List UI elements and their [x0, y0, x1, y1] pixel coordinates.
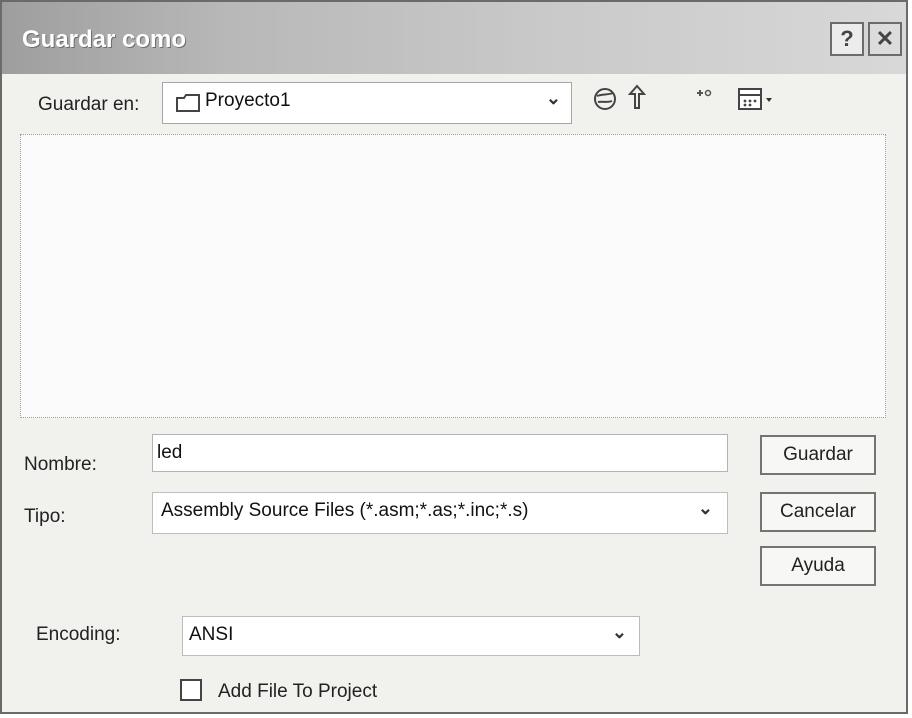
- title-bar: Guardar como ? ✕: [2, 2, 906, 74]
- type-select[interactable]: Assembly Source Files (*.asm;*.as;*.inc;…: [152, 492, 728, 534]
- save-in-label: Guardar en:: [38, 94, 140, 115]
- encoding-select[interactable]: ANSI ⌄: [182, 616, 640, 656]
- dialog-title: Guardar como: [22, 26, 187, 53]
- cancel-button[interactable]: Cancelar: [760, 492, 876, 532]
- close-button[interactable]: ✕: [868, 22, 902, 56]
- add-file-label: Add File To Project: [218, 681, 378, 702]
- globe-icon[interactable]: [592, 86, 618, 118]
- view-menu-icon[interactable]: [738, 88, 778, 118]
- file-list[interactable]: [20, 134, 886, 418]
- help-title-button[interactable]: ?: [830, 22, 864, 56]
- folder-icon: [175, 92, 201, 120]
- name-input-value: led: [157, 442, 183, 463]
- save-button[interactable]: Guardar: [760, 435, 876, 475]
- save-as-dialog: Guardar como ? ✕ Guardar en: Proyecto1 ⌄: [0, 0, 908, 714]
- name-label: Nombre:: [24, 454, 97, 475]
- chevron-down-icon[interactable]: ⌄: [612, 622, 627, 643]
- chevron-down-icon[interactable]: ⌄: [698, 498, 713, 519]
- chevron-down-icon[interactable]: ⌄: [546, 88, 561, 109]
- encoding-select-value: ANSI: [189, 624, 234, 645]
- new-folder-icon[interactable]: [694, 86, 716, 114]
- name-input[interactable]: led: [152, 434, 728, 472]
- add-file-checkbox[interactable]: [180, 679, 202, 701]
- help-button[interactable]: Ayuda: [760, 546, 876, 586]
- encoding-label: Encoding:: [36, 624, 121, 645]
- save-in-combo[interactable]: Proyecto1 ⌄: [162, 82, 572, 124]
- type-select-value: Assembly Source Files (*.asm;*.as;*.inc;…: [161, 500, 529, 521]
- type-label: Tipo:: [24, 506, 66, 527]
- save-in-value: Proyecto1: [205, 90, 291, 111]
- up-folder-icon[interactable]: [624, 82, 650, 118]
